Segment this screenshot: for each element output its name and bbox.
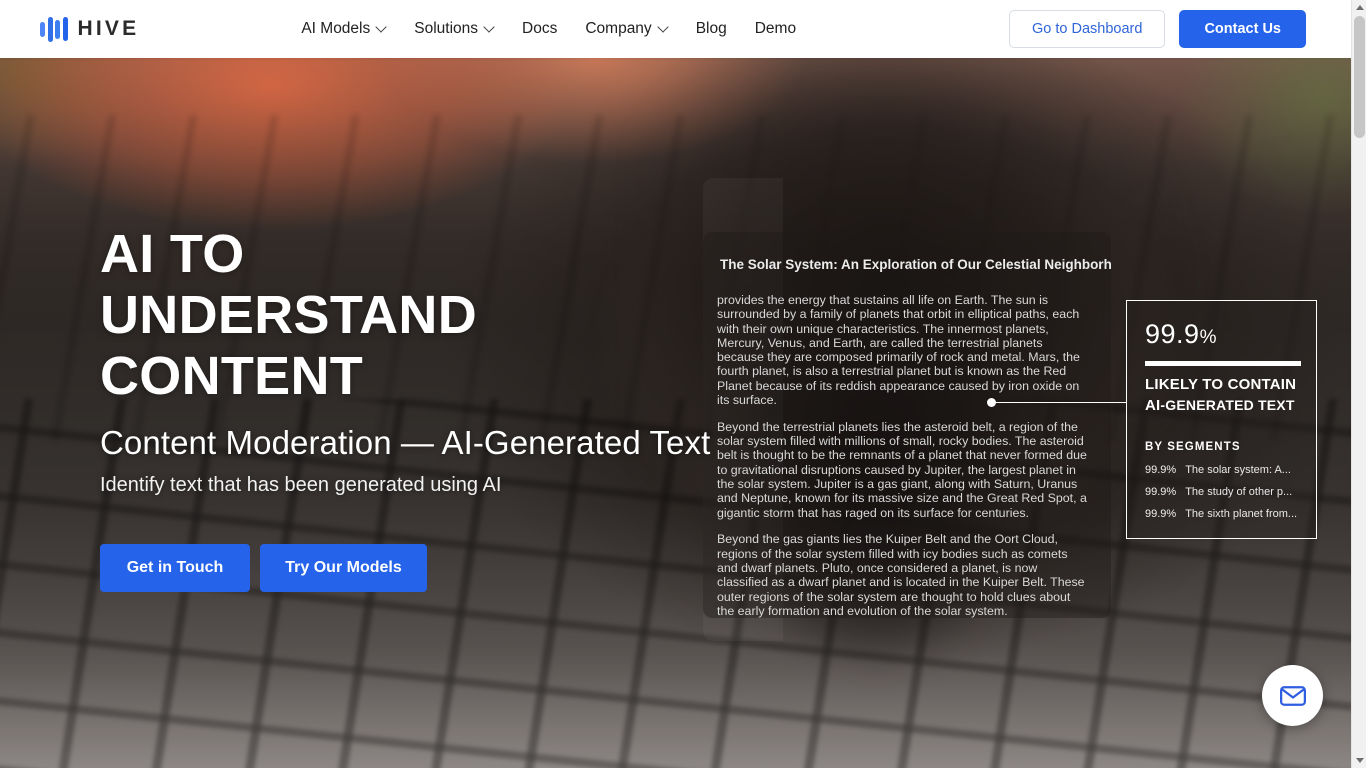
nav-label: Demo [754, 20, 797, 37]
document-title: The Solar System: An Exploration of Our … [720, 257, 1111, 272]
nav-item-ai-models[interactable]: AI Models [301, 20, 386, 38]
ai-detection-result-card: 99.9% LIKELY TO CONTAIN AI-GENERATED TEX… [1126, 300, 1317, 539]
nav-item-solutions[interactable]: Solutions [414, 20, 494, 38]
confidence-score-value: 99.9 [1145, 319, 1200, 349]
confidence-score: 99.9% [1145, 319, 1300, 353]
nav-item-blog[interactable]: Blog [696, 20, 727, 38]
hive-bars-logo-icon [40, 16, 68, 42]
segment-text: The sixth planet from... [1185, 508, 1298, 520]
document-preview-card: The Solar System: An Exploration of Our … [703, 232, 1111, 618]
confidence-score-bar [1145, 361, 1301, 366]
segment-score: 99.9% [1145, 464, 1177, 476]
document-paragraph: Beyond the terrestrial planets lies the … [717, 419, 1087, 520]
chevron-down-icon [485, 23, 494, 32]
segment-text: The study of other p... [1185, 486, 1293, 498]
document-paragraph: provides the energy that sustains all li… [717, 293, 1080, 408]
scroll-up-arrow-icon[interactable] [1352, 0, 1366, 15]
nav-label: Company [585, 20, 652, 37]
callout-connector-line [995, 402, 1127, 403]
primary-navigation: AI Models Solutions Docs Company Blog De… [301, 20, 796, 38]
site-header: HIVE AI Models Solutions Docs Company Bl… [0, 0, 1351, 58]
verdict-line-2-rest: -GENERATED TEXT [1160, 397, 1295, 413]
contact-us-button[interactable]: Contact Us [1179, 10, 1306, 48]
header-actions: Go to Dashboard Contact Us [1009, 10, 1306, 48]
hero-cta-group: Get in Touch Try Our Models [100, 544, 710, 592]
segment-row: 99.9% The study of other p... [1145, 486, 1300, 498]
page-scrollbar[interactable] [1351, 0, 1366, 768]
verdict-line-2-lead: AI [1145, 397, 1161, 414]
hero-subtitle: Content Moderation — AI-Generated Text [100, 424, 711, 461]
page-root: AI TO UNDERSTAND CONTENT Content Moderat… [0, 0, 1366, 768]
segment-row: 99.9% The solar system: A... [1145, 464, 1300, 476]
nav-label: Docs [522, 20, 558, 37]
hero-tagline: Identify text that has been generated us… [100, 474, 502, 496]
go-to-dashboard-button[interactable]: Go to Dashboard [1009, 10, 1166, 48]
chevron-down-icon [659, 23, 668, 32]
envelope-icon [1279, 685, 1306, 706]
hero-copy: AI TO UNDERSTAND CONTENT Content Moderat… [100, 224, 710, 592]
document-body: provides the energy that sustains all li… [717, 293, 1087, 618]
hero-title-line-1: AI TO UNDERSTAND [100, 224, 477, 345]
document-paragraph: Beyond the gas giants lies the Kuiper Be… [717, 532, 1085, 618]
nav-label: Blog [695, 20, 727, 37]
segment-text: The solar system: A... [1185, 464, 1291, 476]
confidence-score-percent-symbol: % [1199, 327, 1217, 348]
segment-score: 99.9% [1145, 508, 1177, 520]
get-in-touch-button[interactable]: Get in Touch [100, 544, 250, 592]
nav-item-demo[interactable]: Demo [755, 20, 796, 38]
scrollbar-thumb[interactable] [1354, 16, 1365, 138]
chevron-down-icon [377, 23, 386, 32]
segment-score: 99.9% [1145, 486, 1177, 498]
nav-label: Solutions [414, 20, 479, 37]
nav-item-company[interactable]: Company [585, 20, 667, 38]
try-our-models-button[interactable]: Try Our Models [260, 544, 427, 592]
verdict-line-1: LIKELY TO CONTAIN [1145, 376, 1297, 393]
nav-item-docs[interactable]: Docs [522, 20, 557, 38]
hero-title-line-2: CONTENT [100, 346, 364, 406]
page-title: AI TO UNDERSTAND CONTENT [100, 224, 620, 407]
callout-anchor-dot [987, 398, 996, 407]
contact-chat-button[interactable] [1262, 665, 1323, 726]
nav-label: AI Models [301, 20, 371, 37]
verdict-label: LIKELY TO CONTAIN AI-GENERATED TEXT [1145, 374, 1300, 416]
scroll-down-arrow-icon[interactable] [1352, 753, 1366, 768]
segments-list: 99.9% The solar system: A... 99.9% The s… [1145, 464, 1300, 520]
brand-wordmark: HIVE [77, 17, 140, 40]
segment-row: 99.9% The sixth planet from... [1145, 508, 1300, 520]
segments-heading: BY SEGMENTS [1145, 441, 1241, 453]
brand-logo-link[interactable]: HIVE [40, 16, 139, 42]
